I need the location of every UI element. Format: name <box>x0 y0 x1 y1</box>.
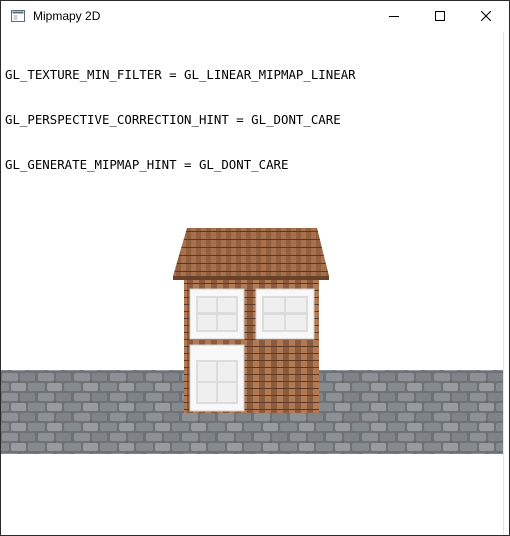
window-title: Mipmapy 2D <box>33 9 101 23</box>
window-upper-right <box>255 288 315 340</box>
info-line: GL_TEXTURE_MIN_FILTER = GL_LINEAR_MIPMAP… <box>5 67 356 82</box>
app-window: Mipmapy 2D GL_TEXTURE_MIN_FILTER = GL_LI… <box>0 0 510 536</box>
app-icon <box>11 9 25 22</box>
window-upper-left <box>189 288 245 340</box>
window-lower-left <box>189 344 245 412</box>
title-bar[interactable]: Mipmapy 2D <box>1 1 509 32</box>
window-border <box>503 32 509 535</box>
info-line: GL_GENERATE_MIPMAP_HINT = GL_DONT_CARE <box>5 157 289 172</box>
minimize-icon <box>389 8 399 26</box>
close-icon <box>480 8 492 26</box>
house-roof <box>173 228 329 276</box>
minimize-button[interactable] <box>371 1 417 32</box>
maximize-icon <box>435 8 445 26</box>
maximize-button[interactable] <box>417 1 463 32</box>
gl-viewport[interactable]: GL_TEXTURE_MIN_FILTER = GL_LINEAR_MIPMAP… <box>1 32 503 535</box>
info-line: GL_PERSPECTIVE_CORRECTION_HINT = GL_DONT… <box>5 112 341 127</box>
gl-info-text: GL_TEXTURE_MIN_FILTER = GL_LINEAR_MIPMAP… <box>5 37 356 202</box>
close-button[interactable] <box>463 1 509 32</box>
